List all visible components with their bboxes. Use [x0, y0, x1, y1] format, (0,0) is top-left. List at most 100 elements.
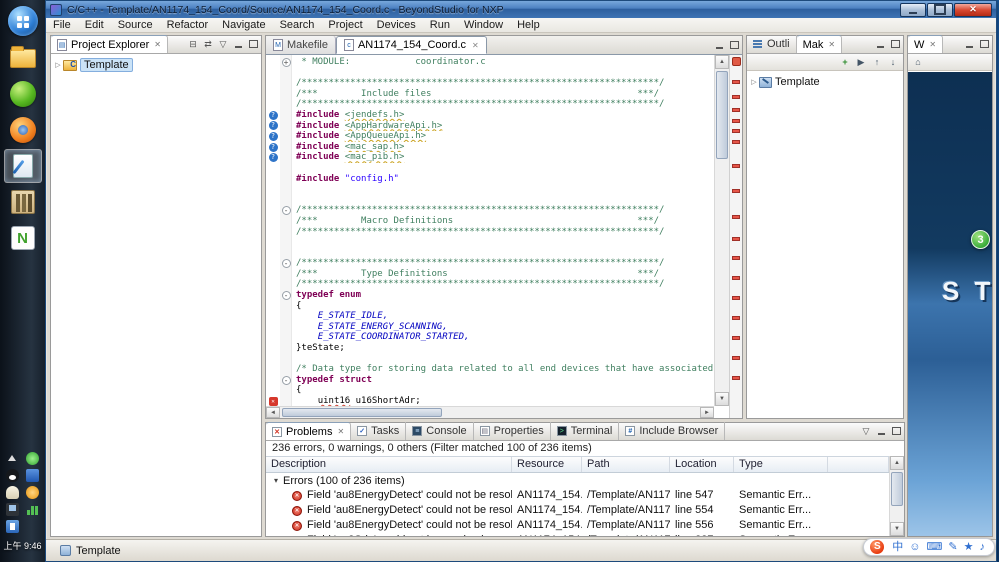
scroll-left-arrow[interactable]: ◄	[266, 407, 280, 418]
collapse-arrow-icon[interactable]: ▾	[274, 476, 278, 485]
menu-devices[interactable]: Devices	[370, 18, 423, 33]
help-marker-icon[interactable]: ?	[268, 110, 278, 120]
expand-arrow-icon[interactable]: ▷	[53, 61, 63, 69]
help-marker-icon[interactable]: ?	[268, 131, 278, 141]
menu-navigate[interactable]: Navigate	[215, 18, 272, 33]
editor-horizontal-scrollbar[interactable]: ◄ ►	[266, 406, 714, 418]
error-overview-mark[interactable]	[732, 107, 740, 112]
tab-project-explorer[interactable]: ▤ Project Explorer ✕	[51, 35, 168, 53]
code-area[interactable]: + * MODULE: coordinator.c /**************…	[266, 55, 714, 406]
close-tab-icon[interactable]: ✕	[929, 40, 936, 49]
collapse-fold-icon[interactable]: -	[281, 206, 291, 216]
minimize-icon[interactable]	[231, 37, 245, 51]
make-target-item-template[interactable]: ▷ Template	[749, 74, 901, 90]
maximize-view-icon[interactable]	[977, 37, 991, 51]
tree-item-template[interactable]: ▷ Template	[53, 57, 259, 73]
help-marker-icon[interactable]: ?	[268, 142, 278, 152]
menu-edit[interactable]: Edit	[78, 18, 111, 33]
problem-row[interactable]: ✕ Field 'au8EnergyDetect' could not be re…	[266, 503, 889, 518]
close-tab-icon[interactable]: ✕	[828, 40, 835, 49]
menu-project[interactable]: Project	[321, 18, 369, 33]
collapse-fold-icon[interactable]: -	[281, 375, 291, 385]
close-tab-icon[interactable]: ✕	[154, 40, 161, 49]
show-hidden-tray-icon[interactable]	[6, 452, 19, 465]
minimize-view-icon[interactable]	[873, 37, 887, 51]
problems-scrollbar[interactable]: ▲ ▼	[889, 456, 904, 536]
scrollbar-thumb[interactable]	[891, 472, 903, 506]
blue-app-tray-icon[interactable]	[25, 469, 39, 482]
bell-tray-icon[interactable]	[5, 486, 19, 499]
tab-mak[interactable]: Mak ✕	[796, 35, 843, 53]
signal-tray-icon[interactable]	[26, 503, 39, 516]
scroll-up-arrow[interactable]: ▲	[715, 55, 729, 69]
tab-include-browser[interactable]: # Include Browser	[619, 422, 726, 440]
title-bar[interactable]: C/C++ - Template/AN1174_154_Coord/Source…	[46, 1, 996, 18]
scrollbar-thumb[interactable]	[716, 71, 728, 159]
help-marker-icon[interactable]: ?	[268, 153, 278, 163]
tab-tasks[interactable]: ✓ Tasks	[351, 422, 407, 440]
minimize-view-icon[interactable]	[874, 424, 888, 438]
emoji-icon[interactable]: ☺	[909, 539, 920, 555]
tab-properties[interactable]: ▤ Properties	[474, 422, 551, 440]
explorer-folder-button[interactable]	[4, 41, 42, 75]
move-up-icon[interactable]: ↑	[870, 55, 884, 69]
library-button[interactable]	[4, 185, 42, 219]
error-overview-mark[interactable]	[732, 94, 740, 99]
start-orb-button[interactable]	[7, 6, 38, 36]
collapse-all-icon[interactable]: ⊟	[186, 37, 200, 51]
error-overview-mark[interactable]	[732, 189, 740, 194]
expand-fold-icon[interactable]: +	[281, 57, 291, 67]
usb-tray-icon[interactable]	[5, 520, 19, 533]
column-header-resource[interactable]: Resource	[512, 457, 582, 472]
editor-tab-makefile[interactable]: M Makefile	[266, 36, 336, 54]
toolbox-icon[interactable]: ♪	[980, 539, 986, 555]
column-header-type[interactable]: Type	[734, 457, 828, 472]
new-make-target-icon[interactable]: +	[838, 55, 852, 69]
close-tab-icon[interactable]: ✕	[472, 41, 479, 50]
skin-icon[interactable]: ★	[964, 539, 974, 555]
menu-window[interactable]: Window	[457, 18, 510, 33]
build-make-target-icon[interactable]: ▶	[854, 55, 868, 69]
error-overview-mark[interactable]	[732, 256, 740, 261]
scroll-down-arrow[interactable]: ▼	[890, 522, 904, 536]
expand-arrow-icon[interactable]: ▷	[749, 78, 759, 86]
minimize-view-icon[interactable]	[962, 37, 976, 51]
close-tab-icon[interactable]: ✕	[337, 427, 344, 436]
error-overview-mark[interactable]	[732, 276, 740, 281]
view-menu-icon[interactable]: ▽	[859, 424, 873, 438]
menu-search[interactable]: Search	[273, 18, 322, 33]
menu-source[interactable]: Source	[111, 18, 160, 33]
error-overview-mark[interactable]	[732, 118, 740, 123]
notepad-plus-button[interactable]: N	[4, 221, 42, 255]
taskbar-clock[interactable]: 上午 9:46	[3, 539, 41, 552]
error-overview-mark[interactable]	[732, 214, 740, 219]
collapse-fold-icon[interactable]: -	[281, 259, 291, 269]
scroll-up-arrow[interactable]: ▲	[890, 456, 904, 470]
column-header-description[interactable]: Description	[266, 457, 512, 472]
error-overview-mark[interactable]	[732, 140, 740, 145]
scroll-right-arrow[interactable]: ►	[700, 407, 714, 418]
handwriting-icon[interactable]: ✎	[948, 539, 957, 555]
error-overview-mark[interactable]	[732, 80, 740, 85]
error-overview-mark[interactable]	[732, 336, 740, 341]
error-overview-mark[interactable]	[732, 356, 740, 361]
column-header-path[interactable]: Path	[582, 457, 670, 472]
menu-refactor[interactable]: Refactor	[160, 18, 216, 33]
minimize-button[interactable]	[900, 2, 926, 17]
chinese-mode-icon[interactable]: 中	[892, 539, 903, 555]
tab-console[interactable]: ≡ Console	[406, 422, 474, 440]
phone-tray-icon[interactable]	[5, 503, 19, 516]
view-menu-icon[interactable]: ▽	[216, 37, 230, 51]
problem-row[interactable]: ✕ Field 'au8Sdu' could not be resolved AN1…	[266, 533, 889, 536]
error-overview-mark[interactable]	[732, 376, 740, 381]
column-header-location[interactable]: Location	[670, 457, 734, 472]
error-overview-mark[interactable]	[732, 163, 740, 168]
tab-welcome[interactable]: W ✕	[908, 35, 944, 53]
error-overview-mark[interactable]	[732, 129, 740, 134]
orange-dot-tray-icon[interactable]	[25, 486, 39, 499]
link-with-editor-icon[interactable]: ⇄	[201, 37, 215, 51]
scroll-down-arrow[interactable]: ▼	[715, 392, 729, 406]
error-overview-mark[interactable]	[732, 236, 740, 241]
firefox-button[interactable]	[4, 113, 42, 147]
qq-penguin-tray-icon[interactable]	[5, 469, 19, 482]
